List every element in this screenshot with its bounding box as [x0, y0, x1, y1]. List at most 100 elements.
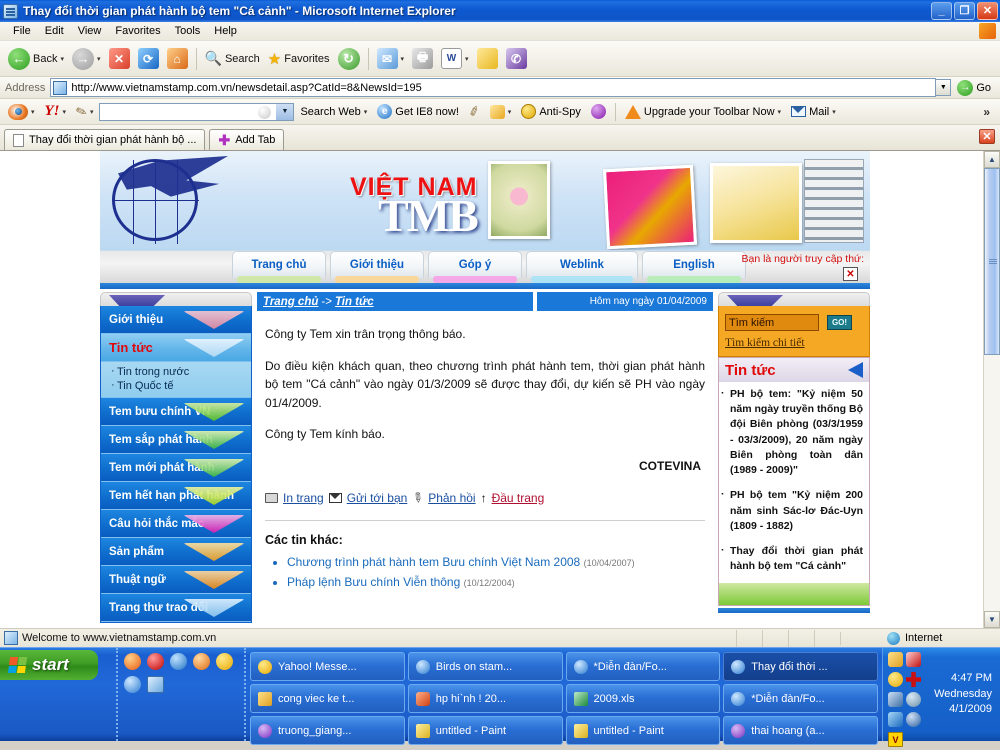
stop-button[interactable]: ✕ — [105, 46, 134, 71]
maximize-button[interactable]: ❐ — [954, 2, 975, 20]
highlight-button[interactable]: ✐ — [465, 102, 484, 121]
media-player-icon[interactable] — [193, 653, 210, 670]
sidebar-item-tem-buu-chinh-vn[interactable]: Tem bưu chính VN — [101, 398, 251, 426]
sidebar-subitem-tin-quoc-te[interactable]: Tin Quốc tế — [111, 379, 251, 393]
page-vertical-scrollbar[interactable]: ▲ ▼ — [983, 151, 1000, 628]
refresh-button[interactable]: ⟳ — [134, 46, 163, 71]
mail-button[interactable]: ✉ ▾ — [373, 46, 409, 71]
menu-item-tools[interactable]: Tools — [168, 23, 208, 39]
antivirus-tray-icon[interactable] — [906, 712, 921, 727]
address-input[interactable]: http://www.vietnamstamp.com.vn/newsdetai… — [50, 78, 937, 97]
clock-tray-icon[interactable] — [906, 692, 921, 707]
firefox-icon[interactable] — [124, 653, 141, 670]
yahoo-music-button[interactable] — [587, 103, 610, 120]
sidebar-item-tin-tuc[interactable]: Tin tức — [101, 334, 251, 362]
home-button[interactable]: ⌂ — [163, 46, 192, 71]
taskbar-item-active[interactable]: Thay đổi thời ... — [723, 652, 878, 681]
yahoo-eye-dropdown-icon[interactable]: ▾ — [31, 108, 35, 116]
tab-close-button[interactable]: ✕ — [979, 129, 995, 144]
scroll-thumb[interactable] — [984, 168, 1000, 355]
yahoo-messenger-tray-icon[interactable] — [888, 672, 903, 687]
notes-button[interactable] — [473, 46, 502, 71]
sidebar-item-cau-hoi-thac-mac[interactable]: Câu hỏi thắc mắc — [101, 510, 251, 538]
nav-item-weblink[interactable]: Weblink — [526, 251, 638, 283]
menu-item-file[interactable]: File — [6, 23, 38, 39]
menu-item-view[interactable]: View — [71, 23, 109, 39]
yahoo-search-dropdown-icon[interactable]: ▼ — [276, 103, 294, 120]
print-button[interactable]: 🖶 — [408, 46, 437, 71]
search-input[interactable]: Tìm kiếm — [725, 314, 819, 331]
scroll-up-button[interactable]: ▲ — [984, 151, 1000, 168]
breadcrumb-home-link[interactable]: Trang chủ — [263, 296, 318, 308]
visitor-close-button[interactable]: ✕ — [843, 267, 858, 281]
sidebar-item-gioi-thieu[interactable]: Giới thiệu — [101, 306, 251, 334]
internet-explorer-icon[interactable] — [124, 676, 141, 693]
sidebar-item-trang-thu-trao-doi[interactable]: Trang thư trao đổi — [101, 594, 251, 622]
mail-toolbar-button[interactable]: Mail ▾ — [787, 105, 840, 119]
forward-dropdown-icon[interactable]: ▾ — [97, 55, 101, 63]
nav-item-trang-chu[interactable]: Trang chủ — [232, 251, 326, 283]
yahoo-eye-button[interactable]: ▾ — [4, 103, 39, 121]
favorites-button[interactable]: ★ Favorites — [264, 48, 334, 70]
minimize-button[interactable]: _ — [931, 2, 952, 20]
taskbar-item[interactable]: thai hoang (a... — [723, 716, 878, 745]
mail-dropdown-icon[interactable]: ▾ — [401, 55, 405, 63]
sidebar-item-san-pham[interactable]: Sản phẩm — [101, 538, 251, 566]
search-button[interactable]: 🔍 Search — [201, 48, 264, 69]
scroll-track[interactable] — [984, 168, 1000, 611]
opera-icon[interactable] — [147, 653, 164, 670]
taskbar-item[interactable]: untitled - Paint — [407, 716, 563, 745]
breadcrumb-current-link[interactable]: Tin tức — [335, 296, 374, 308]
taskbar-item[interactable]: 2009.xls — [565, 684, 721, 713]
nav-item-gioi-thieu[interactable]: Giới thiệu — [330, 251, 424, 283]
taskbar-clock[interactable]: 4:47 PM Wednesday 4/1/2009 — [926, 652, 995, 737]
taskbar-item[interactable]: Birds on stam... — [407, 652, 563, 681]
upgrade-toolbar-button[interactable]: Upgrade your Toolbar Now ▾ — [621, 104, 785, 120]
feedback-link[interactable]: Phản hồi — [428, 491, 475, 505]
sidebar-item-tem-het-han-phat-hanh[interactable]: Tem hết hạn phát hành — [101, 482, 251, 510]
word-dropdown-icon[interactable]: ▾ — [465, 55, 469, 63]
back-dropdown-icon[interactable]: ▾ — [60, 55, 64, 63]
pencil-dropdown-icon[interactable]: ▾ — [90, 108, 94, 116]
sidebar-item-tem-moi-phat-hanh[interactable]: Tem mới phát hành — [101, 454, 251, 482]
security-zone[interactable]: Internet — [840, 631, 1000, 645]
search-go-button[interactable]: GO! — [827, 315, 852, 330]
back-to-top-link[interactable]: Đầu trang — [492, 491, 545, 505]
forward-button[interactable]: → ▾ — [68, 46, 105, 72]
edit-word-button[interactable]: W ▾ — [437, 46, 473, 71]
advanced-search-link[interactable]: Tìm kiếm chi tiết — [725, 337, 863, 349]
list-item[interactable]: Pháp lệnh Bưu chính Viễn thông (10/12/20… — [287, 575, 705, 589]
sidebar-item-thuat-ngu[interactable]: Thuật ngữ — [101, 566, 251, 594]
taskbar-item[interactable]: Yahoo! Messe... — [250, 652, 405, 681]
menu-item-favorites[interactable]: Favorites — [108, 23, 167, 39]
close-button[interactable]: ✕ — [977, 2, 998, 20]
send-to-friend-link[interactable]: Gửi tới bạn — [347, 491, 408, 505]
language-bar-icon[interactable]: V — [888, 732, 903, 747]
start-button[interactable]: start — [0, 650, 98, 680]
print-page-link[interactable]: In trang — [283, 491, 324, 505]
taskbar-item[interactable]: *Diễn đàn/Fo... — [723, 684, 878, 713]
taskbar-item[interactable]: *Diễn đàn/Fo... — [565, 652, 721, 681]
scroll-down-button[interactable]: ▼ — [984, 611, 1000, 628]
menu-item-help[interactable]: Help — [207, 23, 244, 39]
mail-toolbar-dropdown-icon[interactable]: ▾ — [832, 108, 836, 116]
taskbar-item[interactable]: truong_giang... — [250, 716, 405, 745]
list-item[interactable]: Chương trình phát hành tem Bưu chính Việ… — [287, 555, 705, 569]
bookmarks-button[interactable]: ▾ — [486, 104, 516, 120]
yahoo-search-input[interactable]: ▼ — [99, 102, 295, 121]
taskbar-item[interactable]: untitled - Paint — [565, 716, 721, 745]
menu-item-edit[interactable]: Edit — [38, 23, 71, 39]
nav-item-english[interactable]: English — [642, 251, 746, 283]
get-ie8-button[interactable]: e Get IE8 now! — [373, 103, 463, 120]
taskbar-item[interactable]: hp hi`nh ! 20... — [407, 684, 563, 713]
add-tab-button[interactable]: ✚ Add Tab — [209, 129, 285, 150]
yahoo-pencil-button[interactable]: ✎ ▾ — [72, 102, 97, 121]
news-list-item[interactable]: Thay đổi thời gian phát hành bộ tem "Cá … — [719, 539, 869, 579]
news-list-item[interactable]: PH bộ tem: "Kỷ niệm 50 năm ngày truyền t… — [719, 382, 869, 483]
folder-tray-icon[interactable] — [888, 652, 903, 667]
nav-item-gop-y[interactable]: Góp ý — [428, 251, 522, 283]
anti-spy-button[interactable]: Anti-Spy — [517, 103, 585, 120]
pdf-tray-icon[interactable] — [906, 652, 921, 667]
address-dropdown-button[interactable]: ▼ — [936, 79, 952, 96]
tab-active[interactable]: Thay đổi thời gian phát hành bộ ... — [4, 129, 206, 150]
